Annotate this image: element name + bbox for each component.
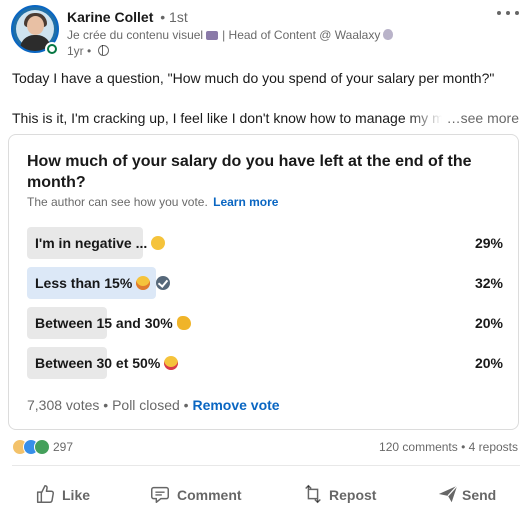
reaction-count[interactable]: 297 [53,440,73,454]
author-name[interactable]: Karine Collet [67,9,153,25]
post-header: Karine Collet • 1st Je crée du contenu v… [0,0,531,70]
poll-note-text: The author can see how you vote. [27,195,208,209]
celebrate-reaction-icon [34,439,50,455]
comment-icon [151,486,169,503]
author-headline: Je crée du contenu visuel | Head of Conte… [67,28,394,42]
comment-label: Comment [177,487,242,503]
poll-option-percent: 32% [474,275,503,291]
poll-option[interactable]: Between 15 and 30% 20% [27,307,503,339]
poll-option-label: Between 15 and 30% [35,315,173,331]
poll-option-selected[interactable]: Less than 15% 32% [27,267,503,299]
dot-icon [515,11,519,15]
comments-reposts: 120 comments • 4 reposts [379,440,518,454]
poll-visibility-note: The author can see how you vote. Learn m… [27,195,278,209]
reposts-count[interactable]: 4 reposts [469,440,518,454]
poll-option-label-wrap: Between 30 et 50% [35,355,179,371]
dot-icon [497,11,501,15]
poll-status: 7,308 votes • Poll closed • [27,397,189,413]
count-separator: • [461,440,466,454]
send-icon [438,485,458,503]
send-label: Send [462,487,497,503]
comments-count[interactable]: 120 comments [379,440,458,454]
headline-part-2: | Head of Content @ Waalaxy [222,28,381,42]
thumbs-up-icon [36,485,54,503]
face-with-rolling-eyes-icon [151,236,166,250]
video-camera-icon [206,31,219,40]
poll-option[interactable]: Between 30 et 50% 20% [27,347,503,379]
poll-option-percent: 29% [474,235,503,251]
tears-of-joy-icon [136,276,151,290]
poll-card: How much of your salary do you have left… [8,134,519,430]
remove-vote-button[interactable]: Remove vote [192,397,279,413]
poll-option-label-wrap: Less than 15% [35,275,171,291]
poll-question: How much of your salary do you have left… [27,153,472,191]
poll-option-label: Between 30 et 50% [35,355,161,371]
post-text-line-2: This is it, I'm cracking up, I feel like… [12,108,524,128]
author-line: Karine Collet • 1st [67,9,188,25]
poll-option-label: I'm in negative ... [35,235,148,251]
poll-option-percent: 20% [474,355,503,371]
voted-check-icon [156,276,171,290]
see-more-button[interactable]: …see more [442,108,519,128]
like-label: Like [62,487,91,503]
post-text-line-2-content: This is it, I'm cracking up, I feel like… [12,110,442,126]
post-meta: 1yr • [67,44,109,58]
social-counts: 297 120 comments • 4 reposts [12,438,520,456]
poll-option[interactable]: I'm in negative ... 29% [27,227,503,259]
connection-degree: • 1st [160,9,188,25]
poll-option-label: Less than 15% [35,275,133,291]
divider [12,465,520,466]
post-text-line-1: Today I have a question, "How much do yo… [12,70,495,86]
post-actions: Like Comment Repost Send [0,470,531,518]
open-to-work-badge-icon [45,42,59,56]
poll-option-percent: 20% [474,315,503,331]
repost-label: Repost [329,487,377,503]
poll-footer: 7,308 votes • Poll closed • Remove vote [27,397,280,413]
poll-option-label-wrap: I'm in negative ... [35,235,166,251]
dot-icon [506,11,510,15]
alien-icon [383,29,394,40]
learn-more-link[interactable]: Learn more [213,195,278,209]
headline-part-1: Je crée du contenu visuel [67,28,204,42]
repost-icon [305,484,321,504]
poll-option-label-wrap: Between 15 and 30% [35,315,191,331]
more-options-button[interactable] [494,4,522,22]
heart-eyes-icon [164,356,179,370]
post-time: 1yr • [67,44,92,58]
flexed-biceps-icon [176,316,191,330]
globe-icon [97,45,109,56]
